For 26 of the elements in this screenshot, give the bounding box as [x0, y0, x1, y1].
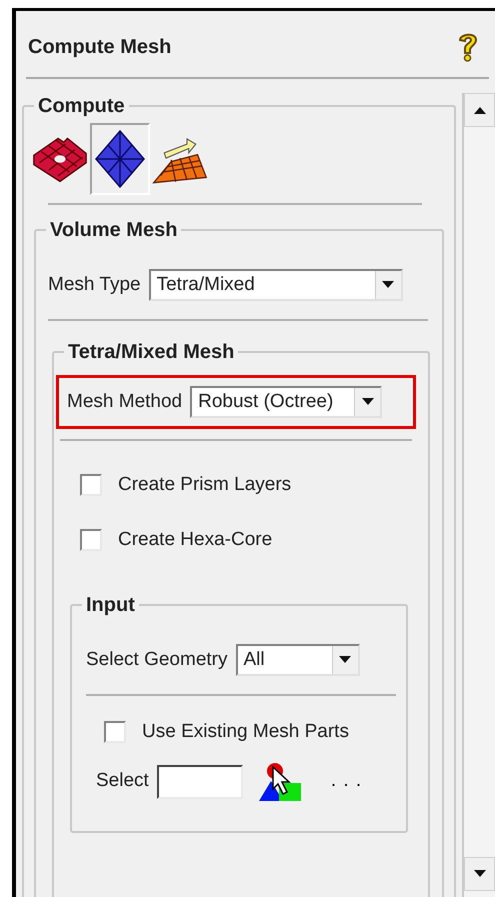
select-pointer-icon[interactable]: [256, 760, 303, 802]
checkbox[interactable]: [104, 721, 126, 744]
checkbox[interactable]: [80, 528, 102, 551]
down-arrow-icon: [474, 870, 486, 878]
tetra-volume-icon[interactable]: [90, 123, 150, 195]
dropdown-arrow-icon: [382, 281, 394, 289]
field-label: Mesh Method: [67, 390, 182, 414]
dropdown-arrow-icon: [362, 398, 374, 406]
checkbox[interactable]: [80, 474, 102, 496]
checkbox-label: Use Existing Mesh Parts: [142, 720, 349, 744]
field-label: Select Geometry: [86, 648, 228, 672]
input-field[interactable]: [156, 764, 243, 798]
up-arrow-icon: [474, 106, 486, 114]
panel-title: Compute Mesh: [28, 35, 172, 60]
field-label: Mesh Type: [48, 272, 141, 297]
field-label: Select: [96, 769, 149, 794]
dropdown-arrow-icon: [339, 656, 351, 664]
dropdown[interactable]: Robust (Octree): [190, 386, 382, 418]
checkbox-label: Create Hexa-Core: [118, 528, 272, 552]
checkbox-label: Create Prism Layers: [118, 473, 292, 497]
dropdown[interactable]: Tetra/Mixed: [148, 269, 403, 301]
scroll-up-button[interactable]: [464, 93, 495, 127]
help-icon[interactable]: [457, 31, 479, 63]
more-button[interactable]: . . .: [326, 767, 366, 796]
dropdown[interactable]: All: [236, 644, 360, 676]
scroll-down-button[interactable]: [464, 857, 495, 891]
